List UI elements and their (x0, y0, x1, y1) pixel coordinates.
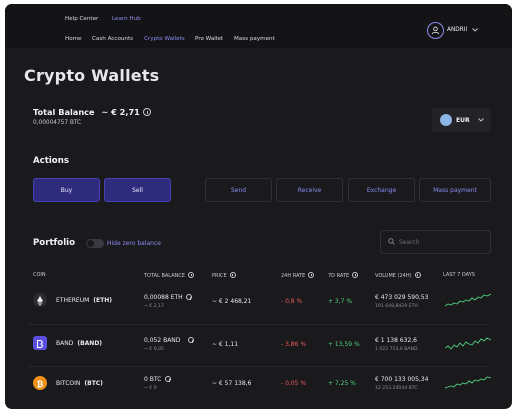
coin-symbol: (BAND) (77, 340, 103, 347)
learn-hub-link[interactable]: Learn Hub (112, 16, 141, 22)
header-volume[interactable]: VOLUME (24H) (375, 272, 421, 279)
price-value: ~ € 2 468,21 (212, 298, 252, 305)
header-total-balance[interactable]: TOTAL BALANCE (144, 272, 195, 279)
info-icon[interactable] (186, 294, 192, 301)
nav-mass-payment[interactable]: Mass payment (234, 36, 275, 42)
coin-name: BITCOIN (BTC) (56, 380, 103, 387)
search-input[interactable] (399, 237, 487, 247)
balance-value: 0,052 BAND (144, 337, 181, 344)
header-total-balance-label: TOTAL BALANCE (144, 273, 186, 279)
help-center-link[interactable]: Help Center (65, 16, 98, 22)
info-icon[interactable] (414, 272, 421, 278)
app-window: Help Center Learn Hub Home Cash Accounts… (5, 4, 512, 409)
hide-zero-label[interactable]: Hide zero balance (107, 240, 161, 247)
coin-name-text: BAND (56, 340, 74, 347)
header-price-label: PRICE (212, 273, 227, 279)
chevron-down-icon[interactable] (472, 28, 478, 32)
nav-cash-accounts[interactable]: Cash Accounts (92, 36, 133, 42)
mass-payment-button[interactable]: Mass payment (419, 178, 491, 202)
band-icon (33, 336, 47, 350)
header-24h-rate[interactable]: 24H RATE (281, 272, 315, 279)
portfolio-title: Portfolio (33, 238, 75, 248)
total-balance-label: Total Balance (33, 107, 95, 117)
balance-eur: ~ € 0 (144, 386, 157, 391)
header-last-7-days-label: LAST 7 DAYS (443, 272, 475, 278)
actions-title: Actions (33, 156, 69, 166)
rate-24h: - 3,86 % (281, 341, 307, 348)
exchange-button[interactable]: Exchange (348, 178, 415, 202)
sell-button[interactable]: Sell (104, 178, 171, 202)
total-balance-btc: 0,00004757 BTC (33, 120, 82, 126)
header-coin[interactable]: COIN (33, 272, 46, 278)
header-24h-rate-label: 24H RATE (281, 273, 306, 279)
balance-value: 0 BTC (144, 376, 162, 383)
header-coin-label: COIN (33, 272, 46, 278)
info-icon[interactable] (143, 108, 151, 116)
header-7d-rate[interactable]: 7D RATE (328, 272, 359, 279)
total-balance-value: ~ € 2,71 (101, 107, 140, 117)
header-last-7-days: LAST 7 DAYS (443, 272, 475, 278)
coin-name-text: ETHEREUM (56, 297, 90, 304)
info-icon[interactable] (188, 337, 194, 344)
coin-name: BAND (BAND) (56, 340, 102, 347)
volume-sub: 1 022 753,6 BAND (375, 347, 418, 352)
info-icon[interactable] (188, 272, 195, 278)
header-price[interactable]: PRICE (212, 272, 236, 279)
coin-symbol: (ETH) (93, 297, 112, 304)
receive-button[interactable]: Receive (276, 178, 343, 202)
table-row[interactable]: ETHEREUM (ETH) 0,00088 ETH ~ € 2,17 ~ € 2… (5, 282, 512, 320)
page-title: Crypto Wallets (24, 66, 160, 85)
total-balance: Total Balance ~ € 2,71 (33, 107, 140, 117)
search-box[interactable] (380, 230, 491, 254)
nav-home[interactable]: Home (65, 36, 82, 42)
header-7d-rate-label: 7D RATE (328, 273, 350, 279)
sparkline-chart (445, 293, 491, 307)
header-volume-label: VOLUME (24H) (375, 273, 412, 279)
price-value: ~ € 1,11 (212, 341, 239, 348)
rate-24h: - 0,8 % (281, 298, 303, 305)
coin-name: ETHEREUM (ETH) (56, 297, 112, 304)
balance-eur: ~ € 2,17 (144, 304, 164, 309)
volume-value: € 700 133 005,34 (375, 376, 429, 383)
table-row[interactable]: BAND (BAND) 0,052 BAND ~ € 0,05 ~ € 1,11 … (5, 324, 512, 362)
info-icon[interactable] (352, 272, 359, 278)
rate-24h: - 0,05 % (281, 380, 307, 387)
price-value: ~ € 57 138,6 (212, 380, 252, 387)
table-row[interactable]: ₿ BITCOIN (BTC) 0 BTC ~ € 0 ~ € 57 138,6 … (5, 366, 512, 404)
currency-label: EUR (456, 117, 470, 124)
sparkline-chart (445, 376, 491, 389)
bitcoin-icon: ₿ (33, 376, 47, 390)
top-navigation: Help Center Learn Hub Home Cash Accounts… (5, 4, 512, 48)
volume-value: € 1 138 632,6 (375, 337, 417, 344)
info-icon[interactable] (165, 376, 171, 383)
rate-7d: + 3,7 % (328, 298, 353, 305)
user-name[interactable]: ANDRII (447, 27, 467, 33)
hide-zero-toggle[interactable] (86, 239, 104, 248)
user-icon (431, 26, 440, 35)
search-icon (388, 238, 395, 245)
chevron-down-icon (478, 118, 484, 122)
send-button[interactable]: Send (205, 178, 272, 202)
volume-sub: 191 648,8429 ETH (375, 304, 418, 309)
info-icon[interactable] (308, 272, 315, 278)
balance-value: 0,00088 ETH (144, 294, 183, 301)
ethereum-icon (33, 293, 47, 307)
nav-crypto-wallets[interactable]: Crypto Wallets (144, 36, 185, 42)
buy-button[interactable]: Buy (33, 178, 100, 202)
user-avatar[interactable] (427, 22, 444, 39)
coin-symbol: (BTC) (84, 380, 103, 387)
volume-sub: 12 253,24044 BTC (375, 386, 418, 391)
sparkline-chart (445, 337, 491, 350)
rate-7d: + 7,25 % (328, 380, 356, 387)
nav-pro-wallet[interactable]: Pro Wallet (195, 36, 223, 42)
volume-value: € 473 029 590,53 (375, 294, 429, 301)
eu-flag-icon (440, 114, 452, 126)
balance-eur: ~ € 0,05 (144, 347, 164, 352)
info-icon[interactable] (229, 272, 236, 278)
rate-7d: + 13,59 % (328, 341, 360, 348)
coin-name-text: BITCOIN (56, 380, 81, 387)
currency-select[interactable]: EUR (432, 108, 491, 132)
svg-text:₿: ₿ (37, 380, 44, 389)
